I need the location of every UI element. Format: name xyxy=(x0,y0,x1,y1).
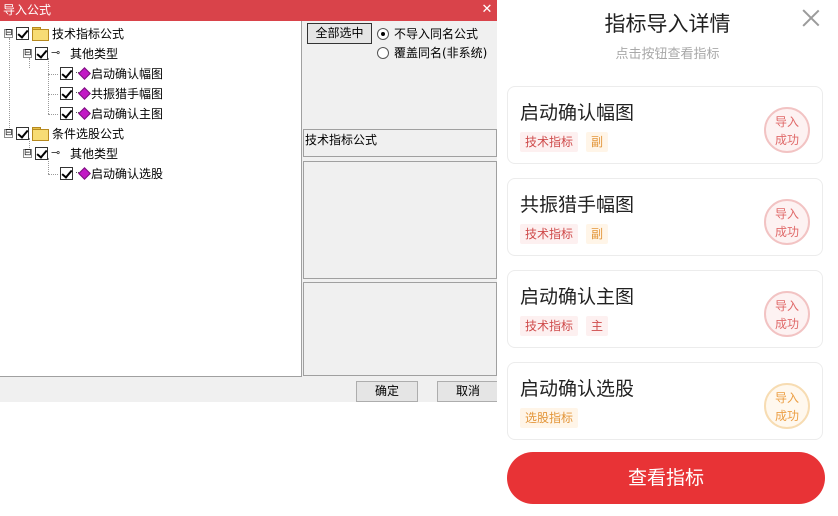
folder-icon xyxy=(32,127,49,141)
key-icon: ⊸ xyxy=(51,46,61,59)
import-success-stamp-icon: 导入 成功 xyxy=(764,199,810,245)
tag-chart-position: 副 xyxy=(586,224,609,244)
indicator-card[interactable]: 启动确认选股 选股指标 导入 成功 xyxy=(507,362,823,440)
indicator-tags: 技术指标 主 xyxy=(520,316,616,336)
tree-checkbox[interactable] xyxy=(16,126,29,140)
tag-indicator-type: 技术指标 xyxy=(520,132,579,152)
tree-node-label: 技术指标公式 xyxy=(52,26,125,41)
indicator-name: 启动确认选股 xyxy=(520,378,635,400)
formula-diamond-icon xyxy=(76,67,88,79)
tree-node-label: 共振猎手幅图 xyxy=(91,86,164,101)
tree-checkbox[interactable] xyxy=(35,146,48,160)
tree-node-tech-formulas[interactable]: ⊟ 技术指标公式 xyxy=(4,23,124,43)
close-icon[interactable]: ✕ xyxy=(480,0,494,21)
formula-diamond-icon xyxy=(76,87,88,99)
stamp-line-2: 成功 xyxy=(774,225,799,239)
dialog-titlebar: 导入公式 ✕ xyxy=(0,0,497,21)
tag-indicator-type: 技术指标 xyxy=(520,224,579,244)
tree-node-label: 启动确认选股 xyxy=(91,166,164,181)
formula-description-panel xyxy=(303,161,497,279)
indicator-tags: 选股指标 xyxy=(520,408,586,428)
view-indicators-button[interactable]: 查看指标 xyxy=(507,452,825,504)
tree-checkbox[interactable] xyxy=(60,106,73,120)
tree-node-label: 启动确认主图 xyxy=(91,106,164,121)
indicator-name: 启动确认幅图 xyxy=(520,102,635,124)
tag-indicator-type: 技术指标 xyxy=(520,316,579,336)
formula-diamond-icon xyxy=(76,167,88,179)
radio-overwrite-duplicate[interactable]: 覆盖同名(非系统) xyxy=(377,44,487,61)
import-details-sheet: 指标导入详情 点击按钮查看指标 启动确认幅图 技术指标 副 导入 成功 共振猎手… xyxy=(497,0,838,516)
import-success-stamp-icon: 导入 成功 xyxy=(764,383,810,429)
collapse-icon[interactable]: ⊟ xyxy=(23,148,32,158)
sheet-subtitle: 点击按钮查看指标 xyxy=(615,47,720,62)
tree-connector xyxy=(48,94,58,95)
stamp-line-2: 成功 xyxy=(774,317,799,331)
collapse-icon[interactable]: ⊟ xyxy=(4,128,13,138)
tree-connector xyxy=(9,38,10,134)
tree-connector xyxy=(48,58,49,114)
tree-leaf-formula[interactable]: 启动确认选股 xyxy=(60,163,163,183)
stamp-line-1: 导入 xyxy=(774,207,799,221)
tree-node-label: 启动确认幅图 xyxy=(91,66,164,81)
select-all-button[interactable]: 全部选中 xyxy=(307,23,372,44)
tree-leaf-formula[interactable]: 启动确认幅图 xyxy=(60,63,163,83)
collapse-icon[interactable]: ⊟ xyxy=(23,48,32,58)
dialog-title: 导入公式 xyxy=(3,3,52,17)
tree-node-other-type[interactable]: ⊟ ⊸ 其他类型 xyxy=(23,143,118,163)
tree-node-label: 其他类型 xyxy=(70,46,119,61)
tree-checkbox[interactable] xyxy=(16,26,29,40)
import-success-stamp-icon: 导入 成功 xyxy=(764,291,810,337)
indicator-card[interactable]: 启动确认主图 技术指标 主 导入 成功 xyxy=(507,270,823,348)
tree-connector xyxy=(48,74,58,75)
collapse-icon[interactable]: ⊟ xyxy=(4,28,13,38)
stamp-line-2: 成功 xyxy=(774,133,799,147)
indicator-name: 共振猎手幅图 xyxy=(520,194,635,216)
tree-leaf-formula[interactable]: 共振猎手幅图 xyxy=(60,83,163,103)
ok-button[interactable]: 确定 xyxy=(356,381,418,402)
tree-node-label: 其他类型 xyxy=(70,146,119,161)
import-formula-dialog: 导入公式 ✕ ⊟ 技术指标公式 ⊟ ⊸ 其他类型 启动确认幅图 共振猎手幅图 启… xyxy=(0,0,499,402)
tree-leaf-formula[interactable]: 启动确认主图 xyxy=(60,103,163,123)
formula-diamond-icon xyxy=(76,107,88,119)
radio-label: 覆盖同名(非系统) xyxy=(394,46,488,60)
tag-chart-position: 副 xyxy=(586,132,609,152)
import-success-stamp-icon: 导入 成功 xyxy=(764,107,810,153)
tag-indicator-type: 选股指标 xyxy=(520,408,579,428)
radio-indicator[interactable] xyxy=(377,46,389,59)
cancel-button[interactable]: 取消 xyxy=(437,381,499,402)
sheet-title: 指标导入详情 xyxy=(604,12,731,36)
radio-label: 不导入同名公式 xyxy=(394,27,479,41)
key-icon: ⊸ xyxy=(51,146,61,159)
tree-node-other-type[interactable]: ⊟ ⊸ 其他类型 xyxy=(23,43,118,63)
formula-type-label: 技术指标公式 xyxy=(305,133,378,147)
tree-checkbox[interactable] xyxy=(35,46,48,60)
folder-icon xyxy=(32,27,49,41)
tree-connector xyxy=(48,174,58,175)
stamp-line-1: 导入 xyxy=(774,391,799,405)
indicator-card[interactable]: 共振猎手幅图 技术指标 副 导入 成功 xyxy=(507,178,823,256)
stamp-line-1: 导入 xyxy=(774,115,799,129)
tree-connector xyxy=(48,114,58,115)
formula-params-panel xyxy=(303,282,497,376)
tree-node-label: 条件选股公式 xyxy=(52,126,125,141)
stamp-line-1: 导入 xyxy=(774,299,799,313)
indicator-tags: 技术指标 副 xyxy=(520,224,616,244)
radio-indicator[interactable] xyxy=(377,27,389,40)
indicator-card[interactable]: 启动确认幅图 技术指标 副 导入 成功 xyxy=(507,86,823,164)
close-icon[interactable] xyxy=(802,8,820,26)
tree-checkbox[interactable] xyxy=(60,166,73,180)
indicator-tags: 技术指标 副 xyxy=(520,132,616,152)
tag-chart-position: 主 xyxy=(586,316,609,336)
tree-checkbox[interactable] xyxy=(60,66,73,80)
radio-no-import-duplicate[interactable]: 不导入同名公式 xyxy=(377,25,478,42)
tree-node-screening-formulas[interactable]: ⊟ 条件选股公式 xyxy=(4,123,124,143)
stamp-line-2: 成功 xyxy=(774,409,799,423)
indicator-name: 启动确认主图 xyxy=(520,286,635,308)
tree-checkbox[interactable] xyxy=(60,86,73,100)
formula-tree: ⊟ 技术指标公式 ⊟ ⊸ 其他类型 启动确认幅图 共振猎手幅图 启动确认主图 ⊟… xyxy=(0,21,302,377)
